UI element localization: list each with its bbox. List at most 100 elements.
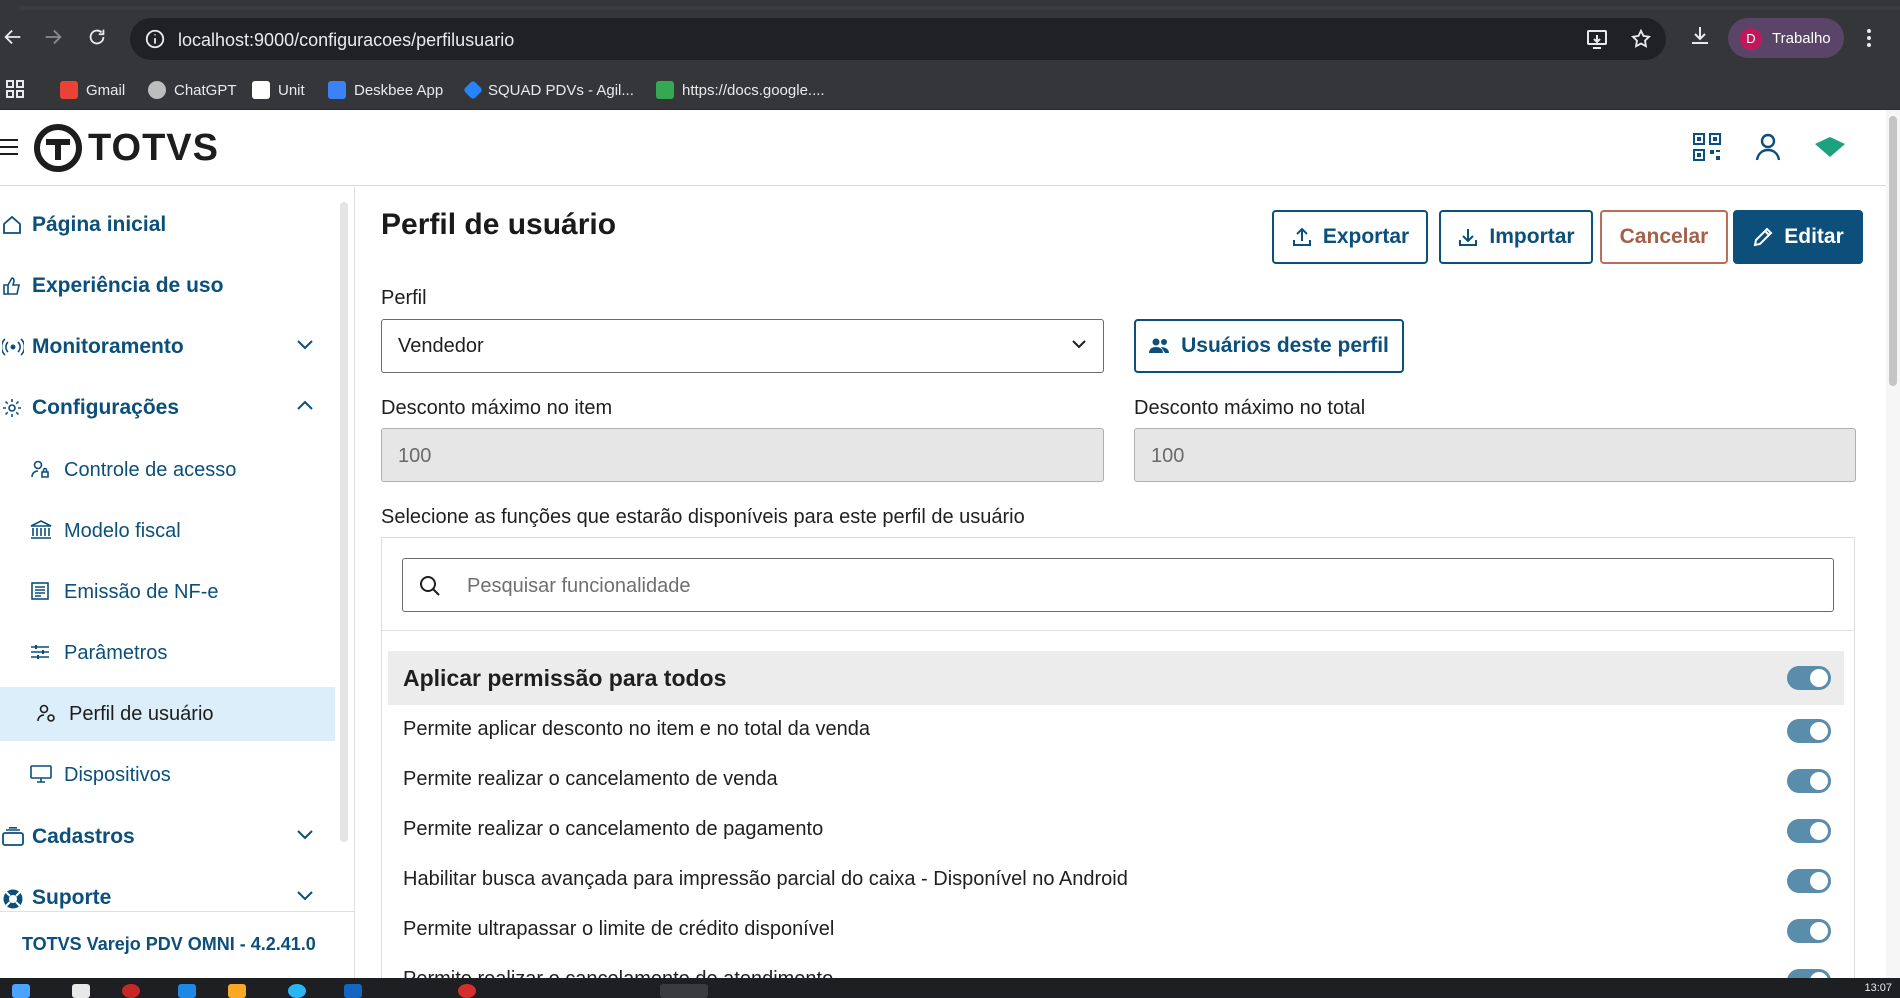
bank-icon bbox=[30, 520, 52, 540]
sidebar-scrollbar[interactable] bbox=[340, 202, 348, 842]
upload-icon bbox=[1291, 226, 1313, 248]
search-input[interactable] bbox=[467, 571, 1767, 601]
bookmark-unit[interactable]: Unit bbox=[252, 80, 305, 100]
sidebar-item-label: Modelo fiscal bbox=[64, 520, 181, 542]
profile-users-button[interactable]: Usuários deste perfil bbox=[1134, 319, 1404, 373]
bookmark-deskbee[interactable]: Deskbee App bbox=[328, 80, 443, 100]
site-info-icon[interactable] bbox=[144, 28, 166, 50]
sidebar-item-label: Controle de acesso bbox=[64, 459, 237, 481]
permission-label: Permite realizar o cancelamento de pagam… bbox=[403, 818, 824, 840]
user-icon[interactable] bbox=[1754, 132, 1782, 162]
user-gear-icon bbox=[36, 703, 56, 723]
sidebar-item-registrations[interactable]: Cadastros bbox=[0, 810, 335, 864]
cancel-button[interactable]: Cancelar bbox=[1600, 210, 1728, 264]
address-bar[interactable]: localhost:9000/configuracoes/perfilusuar… bbox=[130, 18, 1666, 60]
sidebar-item-home[interactable]: Página inicial bbox=[0, 198, 335, 252]
permission-toggle[interactable] bbox=[1787, 919, 1831, 943]
sidebar-item-devices[interactable]: Dispositivos bbox=[0, 748, 335, 802]
bookmarks-bar: Gmail ChatGPT Unit Deskbee App SQUAD PDV… bbox=[0, 68, 1900, 110]
page-scrollbar[interactable] bbox=[1886, 110, 1900, 978]
toggle-knob bbox=[1810, 922, 1828, 940]
apply-all-toggle[interactable] bbox=[1787, 666, 1831, 690]
taskbar-app-icon[interactable] bbox=[288, 984, 306, 998]
chevron-down-icon[interactable] bbox=[296, 338, 314, 350]
qrcode-icon[interactable] bbox=[1692, 132, 1722, 162]
function-search[interactable] bbox=[402, 558, 1834, 612]
permission-toggle[interactable] bbox=[1787, 969, 1831, 978]
users-icon bbox=[1149, 337, 1171, 355]
permission-toggle[interactable] bbox=[1787, 719, 1831, 743]
sidebar-item-label: Parâmetros bbox=[64, 642, 168, 664]
permission-row: Habilitar busca avançada para impressão … bbox=[388, 855, 1844, 905]
sidebar-item-nfe[interactable]: Emissão de NF-e bbox=[0, 565, 335, 619]
bookmark-label: SQUAD PDVs - Agil... bbox=[488, 81, 634, 99]
panel-divider bbox=[382, 630, 1854, 631]
bookmark-star-icon[interactable] bbox=[1630, 28, 1652, 50]
taskbar-app-icon[interactable] bbox=[660, 984, 708, 998]
download-icon bbox=[1457, 226, 1479, 248]
taskbar-app-icon[interactable] bbox=[122, 984, 140, 998]
browser-profile-button[interactable]: D Trabalho bbox=[1728, 18, 1844, 58]
sidebar-item-monitoring[interactable]: Monitoramento bbox=[0, 320, 335, 374]
import-button[interactable]: Importar bbox=[1439, 210, 1593, 264]
profile-field-label: Perfil bbox=[381, 287, 427, 309]
profile-avatar: D bbox=[1740, 28, 1762, 50]
sidebar-item-access-control[interactable]: Controle de acesso bbox=[0, 443, 335, 497]
scrollbar-thumb[interactable] bbox=[1889, 116, 1897, 386]
chevron-down-icon[interactable] bbox=[296, 828, 314, 840]
deskbee-icon bbox=[328, 81, 346, 99]
taskbar-app-icon[interactable] bbox=[72, 984, 90, 998]
bookmark-squad[interactable]: SQUAD PDVs - Agil... bbox=[463, 80, 634, 100]
bookmark-gmail[interactable]: Gmail bbox=[60, 80, 125, 100]
bookmark-label: Unit bbox=[278, 81, 305, 99]
taskbar-app-icon[interactable] bbox=[458, 984, 476, 998]
permission-toggle[interactable] bbox=[1787, 769, 1831, 793]
sidebar-item-label: Dispositivos bbox=[64, 764, 171, 786]
status-icon[interactable] bbox=[1814, 136, 1846, 158]
export-button[interactable]: Exportar bbox=[1272, 210, 1428, 264]
taskbar-app-icon[interactable] bbox=[228, 984, 246, 998]
bookmark-chatgpt[interactable]: ChatGPT bbox=[148, 80, 237, 100]
profile-users-label: Usuários deste perfil bbox=[1181, 334, 1389, 357]
forward-icon[interactable] bbox=[42, 26, 68, 52]
permissions-panel: Aplicar permissão para todos Permite apl… bbox=[381, 537, 1855, 978]
permission-toggle[interactable] bbox=[1787, 869, 1831, 893]
totvs-logo-icon bbox=[34, 124, 82, 172]
lifebuoy-icon bbox=[2, 888, 24, 910]
menu-icon[interactable] bbox=[0, 138, 20, 156]
functions-label: Selecione as funções que estarão disponí… bbox=[381, 506, 1025, 528]
taskbar-app-icon[interactable] bbox=[344, 984, 362, 998]
taskbar-app-icon[interactable] bbox=[178, 984, 196, 998]
permission-toggle[interactable] bbox=[1787, 819, 1831, 843]
back-icon[interactable] bbox=[2, 26, 28, 52]
sidebar-item-user-profile[interactable]: Perfil de usuário bbox=[0, 687, 335, 741]
sidebar-item-fiscal-model[interactable]: Modelo fiscal bbox=[0, 504, 335, 558]
chevron-down-icon[interactable] bbox=[296, 889, 314, 901]
broadcast-icon bbox=[2, 337, 24, 357]
toggle-knob bbox=[1810, 669, 1828, 687]
sidebar-item-parameters[interactable]: Parâmetros bbox=[0, 626, 335, 680]
chevron-up-icon[interactable] bbox=[296, 399, 314, 411]
sidebar-item-label: Experiência de uso bbox=[32, 274, 224, 297]
browser-menu-icon[interactable] bbox=[1864, 26, 1890, 52]
max-item-discount-input: 100 bbox=[381, 428, 1104, 482]
sidebar-item-label: Página inicial bbox=[32, 213, 167, 236]
start-icon[interactable] bbox=[12, 984, 30, 998]
search-icon bbox=[419, 575, 441, 597]
apps-grid-icon[interactable] bbox=[6, 80, 24, 98]
download-icon[interactable] bbox=[1688, 24, 1714, 50]
reload-icon[interactable] bbox=[86, 26, 112, 52]
sidebar-item-experience[interactable]: Experiência de uso bbox=[0, 259, 335, 313]
bookmark-docs[interactable]: https://docs.google.... bbox=[656, 80, 825, 100]
profile-select[interactable]: Vendedor bbox=[381, 319, 1104, 373]
taskbar-clock: 13:07 bbox=[1864, 982, 1892, 994]
toggle-knob bbox=[1810, 822, 1828, 840]
sidebar-item-label: Emissão de NF-e bbox=[64, 581, 219, 603]
install-app-icon[interactable] bbox=[1586, 28, 1610, 50]
bookmark-label: Gmail bbox=[86, 81, 126, 99]
browser-tab-strip bbox=[0, 0, 1900, 10]
edit-button[interactable]: Editar bbox=[1733, 210, 1863, 264]
permission-label: Habilitar busca avançada para impressão … bbox=[403, 868, 1128, 890]
thumbs-up-icon bbox=[2, 276, 22, 296]
sidebar-item-settings[interactable]: Configurações bbox=[0, 381, 335, 435]
